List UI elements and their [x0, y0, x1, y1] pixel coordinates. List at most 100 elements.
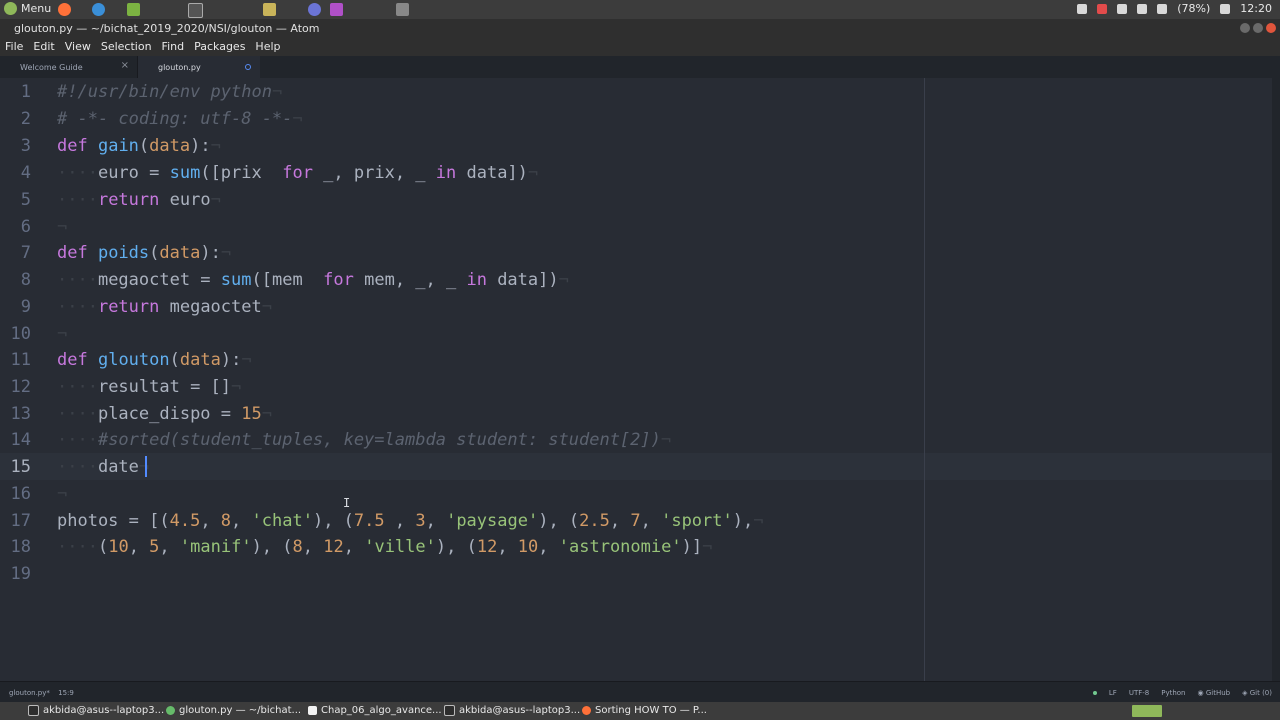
- taskbar-item-label: Chap_06_algo_avance...: [321, 705, 442, 716]
- taskbar-item-label: Sorting HOW TO — P...: [595, 705, 707, 716]
- atom-icon: [166, 706, 175, 715]
- taskbar-item-document[interactable]: Chap_06_algo_avance...: [308, 705, 442, 716]
- line-number: 4: [20, 163, 31, 183]
- wifi-icon[interactable]: [1137, 3, 1148, 14]
- code-line[interactable]: 8 ····megaoctet = sum([mem for mem, _, _ …: [0, 267, 1272, 294]
- vertical-scrollbar[interactable]: [1272, 78, 1280, 681]
- code-line[interactable]: 18 ····(10, 5, 'manif'), (8, 12, 'ville')…: [0, 534, 1272, 561]
- taskbar-item-terminal[interactable]: akbida@asus--laptop3...: [28, 705, 164, 716]
- code-line[interactable]: 5 ····return euro¬: [0, 187, 1272, 214]
- code-line[interactable]: 6 ¬: [0, 214, 1272, 241]
- tab-welcome-guide[interactable]: Welcome Guide ×: [0, 56, 138, 78]
- code-line[interactable]: 3 def gain(data):¬: [0, 133, 1272, 160]
- code-text: # -*- coding: utf-8 -*-¬: [57, 109, 303, 129]
- menu-find[interactable]: Find: [157, 38, 190, 56]
- code-text: ····place_dispo = 15¬: [57, 404, 272, 424]
- git-panel-button[interactable]: ◈ Git (0): [1242, 689, 1272, 697]
- bluetooth-icon[interactable]: [1117, 3, 1128, 14]
- line-ending-selector[interactable]: LF: [1109, 689, 1117, 697]
- code-line[interactable]: 2 # -*- coding: utf-8 -*-¬: [0, 106, 1272, 133]
- code-text: ····return euro¬: [57, 190, 221, 210]
- spinner-launcher-icon[interactable]: [308, 3, 321, 16]
- code-text: ¬: [57, 217, 68, 237]
- menu-selection[interactable]: Selection: [96, 38, 157, 56]
- github-label: GitHub: [1205, 689, 1231, 697]
- code-line[interactable]: 7 def poids(data):¬: [0, 240, 1272, 267]
- maximize-icon[interactable]: [1253, 23, 1263, 33]
- code-line[interactable]: 9 ····return megaoctet¬: [0, 294, 1272, 321]
- start-menu-button[interactable]: Menu: [4, 2, 51, 15]
- encoding-selector[interactable]: UTF-8: [1129, 689, 1149, 697]
- clock[interactable]: 12:20: [1240, 2, 1272, 15]
- github-icon: ◉: [1197, 689, 1204, 697]
- recording-icon[interactable]: [1097, 3, 1108, 14]
- taskbar-item-terminal-2[interactable]: akbida@asus--laptop3...: [444, 705, 580, 716]
- terminal-launcher-icon[interactable]: [188, 3, 203, 18]
- code-line[interactable]: 17 photos = [(4.5, 8, 'chat'), (7.5 , 3, …: [0, 508, 1272, 535]
- menu-view[interactable]: View: [60, 38, 96, 56]
- status-cursor-position[interactable]: 15:9: [58, 689, 74, 697]
- line-number: 9: [20, 297, 31, 317]
- code-line-active[interactable]: 15 ····date¬: [0, 454, 1272, 481]
- media-launcher-icon[interactable]: [330, 3, 343, 16]
- line-number: 11: [10, 350, 31, 370]
- menu-edit[interactable]: Edit: [28, 38, 59, 56]
- code-text: #!/usr/bin/env python¬: [57, 82, 283, 102]
- grammar-selector[interactable]: Python: [1161, 689, 1185, 697]
- line-number: 19: [10, 564, 31, 584]
- line-number: 12: [10, 377, 31, 397]
- mint-logo-icon: [4, 2, 17, 15]
- taskbar: akbida@asus--laptop3... glouton.py — ~/b…: [0, 702, 1280, 720]
- status-file-name[interactable]: glouton.py*: [9, 689, 50, 697]
- modified-indicator-icon[interactable]: [245, 64, 251, 70]
- code-line[interactable]: 4 ····euro = sum([prix for _, prix, _ in …: [0, 160, 1272, 187]
- minimize-icon[interactable]: [1240, 23, 1250, 33]
- firefox-launcher-icon[interactable]: [58, 3, 71, 16]
- taskbar-item-firefox[interactable]: Sorting HOW TO — P...: [582, 705, 707, 716]
- close-window-icon[interactable]: [1266, 23, 1276, 33]
- line-number: 15: [10, 457, 31, 477]
- code-line[interactable]: 1 #!/usr/bin/env python¬: [0, 79, 1272, 106]
- menu-file[interactable]: File: [0, 38, 28, 56]
- notification-icon[interactable]: [1077, 3, 1088, 14]
- code-line[interactable]: 13 ····place_dispo = 15¬: [0, 401, 1272, 428]
- code-text: ····megaoctet = sum([mem for mem, _, _ i…: [57, 270, 569, 290]
- code-line[interactable]: 10 ¬: [0, 321, 1272, 348]
- taskbar-item-label: glouton.py — ~/bichat...: [179, 705, 302, 716]
- tab-glouton-py[interactable]: glouton.py: [138, 56, 260, 78]
- close-tab-icon[interactable]: ×: [121, 60, 129, 71]
- menu-packages[interactable]: Packages: [189, 38, 250, 56]
- github-panel-button[interactable]: ◉ GitHub: [1198, 689, 1231, 697]
- code-line[interactable]: 12 ····resultat = []¬: [0, 374, 1272, 401]
- battery-percent: (78%): [1177, 2, 1211, 15]
- code-text: def poids(data):¬: [57, 243, 232, 263]
- menu-help[interactable]: Help: [250, 38, 285, 56]
- line-number: 16: [10, 484, 31, 504]
- window-title-bar[interactable]: glouton.py — ~/bichat_2019_2020/NSI/glou…: [0, 19, 1280, 38]
- code-text: ····#sorted(student_tuples, key=lambda s…: [57, 430, 672, 450]
- code-line[interactable]: 19: [0, 561, 1272, 588]
- start-menu-label: Menu: [21, 2, 52, 15]
- firefox-icon: [582, 706, 591, 715]
- terminal-icon: [444, 705, 455, 716]
- line-number: 13: [10, 404, 31, 424]
- code-line[interactable]: 16 ¬: [0, 481, 1272, 508]
- code-text: ¬: [57, 484, 68, 504]
- code-line[interactable]: 11 def glouton(data):¬: [0, 347, 1272, 374]
- volume-icon[interactable]: [1220, 3, 1231, 14]
- files-launcher-icon[interactable]: [127, 3, 140, 16]
- screenshot-launcher-icon[interactable]: [396, 3, 409, 16]
- code-editor[interactable]: 1 #!/usr/bin/env python¬ 2 # -*- coding: u…: [0, 78, 1280, 681]
- code-text: photos = [(4.5, 8, 'chat'), (7.5 , 3, 'p…: [57, 511, 764, 531]
- workspace-switcher[interactable]: [1132, 705, 1162, 717]
- taskbar-item-label: akbida@asus--laptop3...: [43, 705, 165, 716]
- code-line[interactable]: 14 ····#sorted(student_tuples, key=lambda…: [0, 427, 1272, 454]
- taskbar-item-atom[interactable]: glouton.py — ~/bichat...: [166, 705, 301, 716]
- line-number: 5: [20, 190, 31, 210]
- image-editor-launcher-icon[interactable]: [263, 3, 276, 16]
- thunderbird-launcher-icon[interactable]: [92, 3, 105, 16]
- battery-icon[interactable]: [1157, 3, 1168, 14]
- mouse-ibeam-icon: I: [343, 496, 351, 510]
- status-indicator-icon: [1092, 691, 1097, 695]
- tab-bar: Welcome Guide × glouton.py: [0, 56, 1280, 78]
